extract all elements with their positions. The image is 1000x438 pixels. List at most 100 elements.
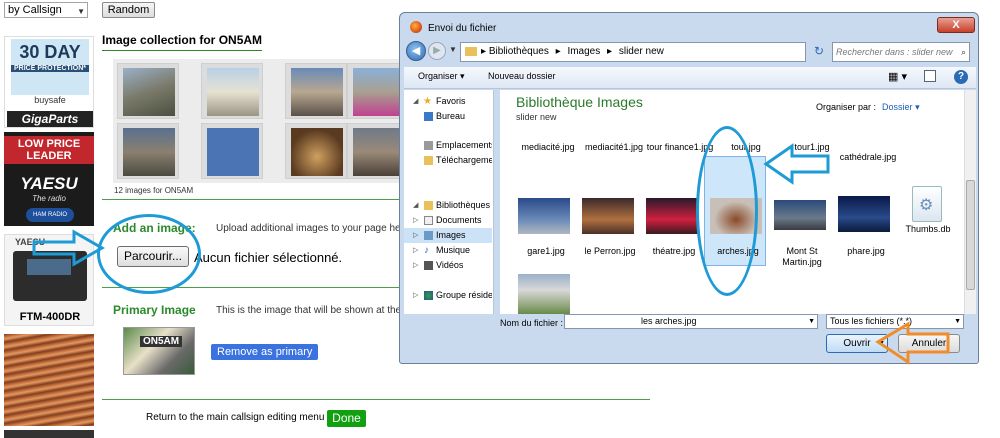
close-button[interactable]: X (937, 17, 975, 33)
chevron-down-icon[interactable]: ▼ (808, 315, 815, 328)
no-file-selected: Aucun fichier sélectionné. (194, 250, 343, 265)
places-icon (424, 141, 433, 150)
file-item[interactable]: mediacité1.jpg (580, 142, 648, 153)
thumbs-db-file[interactable]: ⚙ (912, 186, 942, 222)
file-thumbnail[interactable] (518, 198, 570, 234)
file-thumbnail[interactable] (518, 274, 570, 314)
title-underline (102, 50, 262, 51)
nav-item-musique[interactable]: ▷ ♪ Musique (404, 243, 492, 258)
music-icon: ♪ (424, 245, 429, 256)
breadcrumb-item[interactable]: Bibliothèques (489, 46, 549, 57)
address-bar[interactable]: ▸ Bibliothèques ▸ Images ▸ slider new ▼ (460, 42, 857, 62)
nav-item-label: Groupe résidentiel (436, 290, 492, 300)
nav-item-label: Documents (436, 215, 482, 225)
chevron-down-icon: ▾ (460, 71, 465, 81)
gallery-thumb[interactable] (201, 123, 263, 179)
refresh-icon[interactable]: ↻ (810, 42, 828, 62)
breadcrumb-item[interactable]: Images (567, 46, 600, 57)
preview-pane-icon[interactable] (924, 70, 936, 82)
filename-label: Nom du fichier : (500, 318, 564, 328)
images-icon (424, 231, 433, 240)
nav-item-videos[interactable]: ▷ Vidéos (404, 258, 492, 273)
search-icon: ⌕ (960, 47, 966, 57)
collapse-icon: ▷ (413, 292, 419, 299)
ad-badge: HAM RADIO OUTLET (26, 208, 74, 222)
history-dropdown-icon[interactable]: ▼ (449, 45, 457, 54)
image-gallery (113, 59, 413, 183)
nav-item-emplacements[interactable]: Emplacements (404, 138, 492, 153)
collapse-icon: ▷ (413, 217, 419, 224)
ad-tagline: The radio (32, 194, 66, 203)
search-input[interactable]: Rechercher dans : slider new ⌕ (832, 42, 970, 62)
file-item[interactable]: Thumbs.db (894, 224, 962, 235)
nav-item-bibliotheques[interactable]: ◢ Bibliothèques (404, 198, 492, 213)
library-subtitle: slider new (516, 112, 557, 122)
file-item[interactable]: phare.jpg (832, 246, 900, 257)
ad-model: FTM-400DR (19, 311, 81, 323)
remove-primary-button[interactable]: Remove as primary (211, 344, 319, 360)
done-button[interactable]: Done (327, 410, 366, 427)
thumb-image (207, 128, 259, 176)
nav-item-bureau[interactable]: Bureau (404, 109, 492, 124)
organize-label: Organiser (418, 71, 458, 81)
navigation-bar: ◀ ▶ ▼ ▸ Bibliothèques ▸ Images ▸ slider … (404, 39, 976, 65)
file-item[interactable]: théatre.jpg (640, 246, 708, 257)
back-arrow-icon[interactable]: ◀ (406, 41, 426, 61)
file-item[interactable]: gare1.jpg (512, 246, 580, 257)
organize-menu[interactable]: Organiser ▾ (418, 71, 465, 82)
filename-input[interactable]: les arches.jpg ▼ (564, 314, 818, 329)
help-icon[interactable]: ? (954, 70, 968, 84)
gallery-thumb[interactable] (117, 123, 179, 179)
nav-item-label: Téléchargements (436, 155, 492, 165)
nav-item-favoris[interactable]: ◢ ★ Favoris (404, 94, 492, 109)
ad-next-partial[interactable] (4, 430, 94, 438)
gallery-thumb[interactable] (285, 123, 347, 179)
forward-arrow-icon[interactable]: ▶ (428, 42, 446, 60)
breadcrumb-separator: ▸ (481, 46, 487, 57)
collection-title: Image collection for ON5AM (102, 33, 263, 47)
callout-arrow-icon (763, 143, 830, 185)
file-item[interactable]: mediacité.jpg (514, 142, 582, 153)
gallery-thumb[interactable] (285, 63, 347, 119)
nav-item-label: Musique (436, 245, 471, 255)
nav-item-images[interactable]: ▷ Images (404, 228, 492, 243)
nav-item-telechargements[interactable]: Téléchargements (404, 153, 492, 168)
file-thumbnail[interactable] (582, 198, 634, 234)
view-options-icon[interactable]: ▦ ▾ (888, 70, 907, 83)
ad-gigaparts[interactable]: 30 DAY PRICE PROTECTION* buysafe GigaPar… (4, 36, 94, 128)
callsign-select[interactable]: by Callsign ▼ (4, 2, 88, 18)
file-thumbnail[interactable] (838, 196, 890, 232)
scroll-thumb[interactable] (966, 180, 975, 290)
file-item[interactable]: le Perron.jpg (576, 246, 644, 257)
random-button[interactable]: Random (102, 2, 155, 18)
dialog-toolbar: Organiser ▾ Nouveau dossier ▦ ▾ ? (404, 67, 976, 89)
ad-cable-image[interactable] (4, 334, 94, 426)
nav-item-groupe[interactable]: ▷ Groupe résidentiel (404, 288, 492, 303)
primary-image-thumbnail: ON5AM (123, 327, 195, 375)
collapse-icon: ▷ (413, 247, 419, 254)
desktop-icon (424, 112, 433, 121)
thumb-image (123, 68, 175, 116)
nav-item-label: Emplacements (436, 140, 492, 150)
gallery-thumb[interactable] (201, 63, 263, 119)
page: by Callsign ▼ Random 30 DAY PRICE PROTEC… (0, 0, 1000, 438)
breadcrumb-separator: ▸ (555, 46, 561, 57)
file-thumbnail[interactable] (646, 198, 698, 234)
ad-yaesu-low-price[interactable]: LOW PRICE LEADER YAESU The radio HAM RAD… (4, 132, 94, 226)
file-item[interactable]: cathédrale.jpg (834, 152, 902, 163)
file-list-scrollbar[interactable] (964, 90, 976, 314)
organize-by[interactable]: Organiser par : Dossier ▾ (816, 102, 920, 113)
nav-item-documents[interactable]: ▷ Documents (404, 213, 492, 228)
filename-value: les arches.jpg (641, 316, 697, 326)
organize-by-value[interactable]: Dossier (882, 102, 913, 112)
breadcrumb-item[interactable]: slider new (619, 46, 664, 57)
chevron-down-icon: ▼ (954, 318, 961, 325)
file-item[interactable]: Mont St Martin.jpg (768, 246, 836, 268)
add-image-description: Upload additional images to your page he… (216, 223, 413, 234)
file-thumbnail[interactable] (774, 200, 826, 230)
collapse-icon: ▷ (413, 232, 419, 239)
gallery-thumb[interactable] (117, 63, 179, 119)
nav-item-label: Favoris (436, 96, 466, 106)
new-folder-button[interactable]: Nouveau dossier (488, 71, 556, 81)
thumb-image (353, 68, 405, 116)
